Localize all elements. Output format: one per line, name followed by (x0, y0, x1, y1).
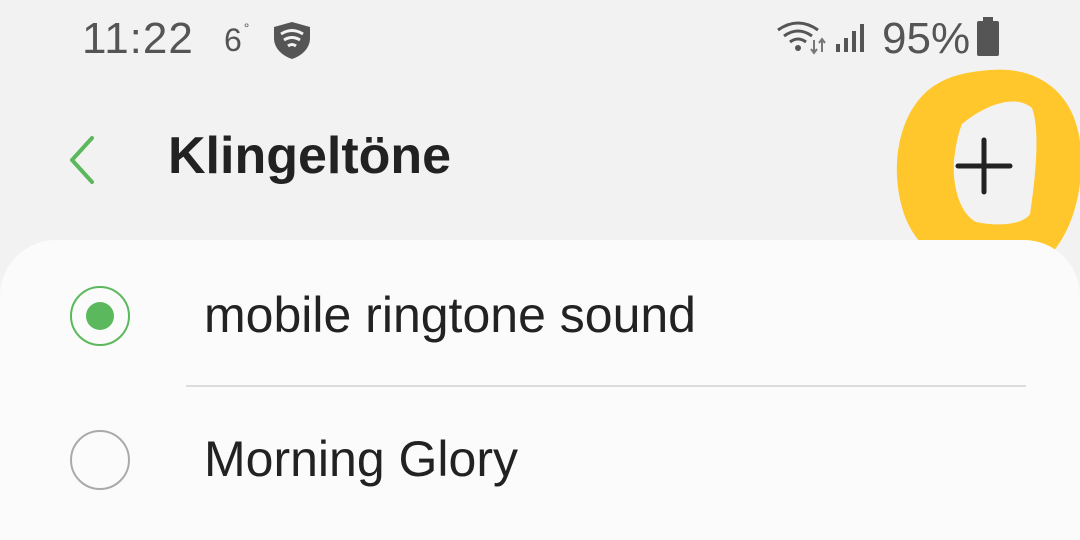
ringtone-label: mobile ringtone sound (204, 287, 696, 343)
page-title: Klingeltöne (168, 127, 452, 185)
status-temperature: 6 ° (224, 20, 250, 58)
ringtone-label: Morning Glory (204, 431, 518, 487)
radio-selected[interactable] (70, 286, 130, 346)
radio-unselected[interactable] (70, 430, 130, 490)
chevron-left-icon (70, 136, 94, 184)
battery-icon (977, 17, 999, 56)
add-button[interactable] (946, 128, 1022, 204)
back-button[interactable] (52, 130, 112, 190)
status-time: 11:22 (82, 14, 194, 63)
signal-icon (836, 24, 864, 52)
ringtone-item[interactable]: Morning Glory (0, 386, 1080, 532)
plus-icon (955, 137, 1013, 195)
wifi-icon (777, 21, 826, 55)
battery-percent: 95% (882, 14, 971, 63)
ringtone-item[interactable]: mobile ringtone sound (0, 240, 1080, 387)
ringtone-list: mobile ringtone sound Morning Glory (0, 240, 1080, 540)
shield-icon (274, 22, 310, 59)
